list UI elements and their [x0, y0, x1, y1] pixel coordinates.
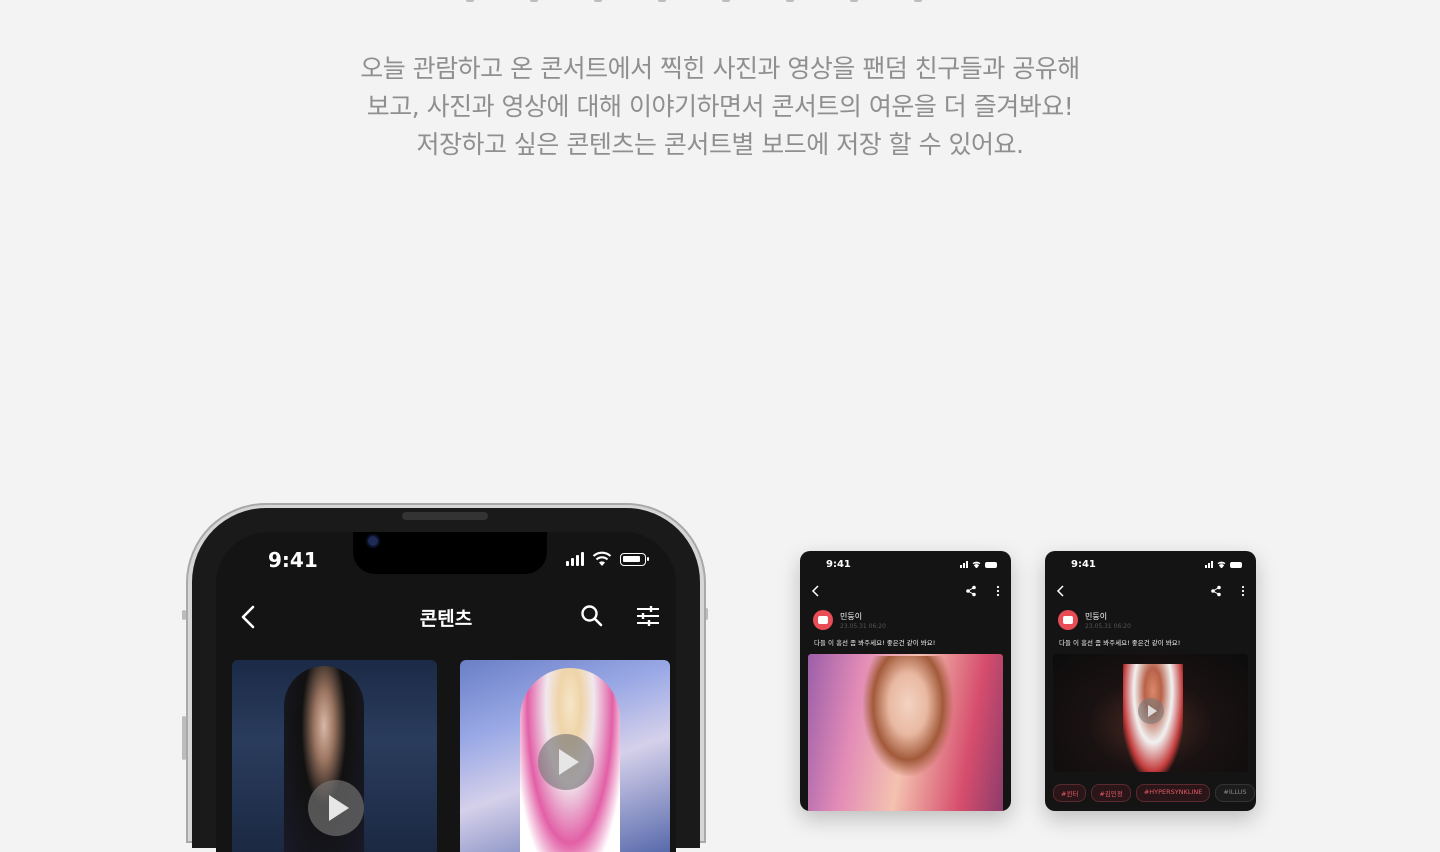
content-thumbnail[interactable] — [460, 660, 670, 852]
status-time: 9:41 — [268, 548, 318, 572]
page-title: 콘텐츠 — [419, 608, 473, 630]
status-time: 9:41 — [826, 559, 851, 570]
wifi-icon — [972, 561, 981, 568]
battery-icon — [985, 561, 997, 568]
tag-chip[interactable]: #ILLUS — [1215, 784, 1255, 802]
signal-icon — [1205, 561, 1213, 568]
description-line: 저장하고 싶은 콘텐츠는 콘서트별 보드에 저장 할 수 있어요. — [416, 130, 1024, 159]
back-icon[interactable] — [811, 585, 821, 597]
content-thumbnail[interactable] — [232, 660, 437, 852]
description-text: 오늘 관람하고 온 콘서트에서 찍힌 사진과 영상을 팬덤 친구들과 공유해 보… — [0, 50, 1440, 164]
post-video[interactable] — [1053, 654, 1248, 772]
status-bar-icons — [1205, 561, 1242, 568]
share-icon[interactable] — [1210, 585, 1222, 597]
post-date: 23.05.31 06:20 — [1085, 623, 1131, 630]
performer-image — [863, 656, 953, 776]
signal-icon — [566, 552, 584, 566]
author-name: 민둥이 — [1085, 612, 1108, 621]
description-line: 보고, 사진과 영상에 대해 이야기하면서 콘서트의 여운을 더 즐겨봐요! — [366, 92, 1074, 121]
tag-list: #윈터 #김민정 #HYPERSYNKLINE #ILLUS — [1053, 784, 1255, 802]
phone-speaker — [402, 512, 488, 520]
front-camera — [368, 536, 378, 546]
play-icon[interactable] — [308, 780, 364, 836]
description-line: 오늘 관람하고 온 콘서트에서 찍힌 사진과 영상을 팬덤 친구들과 공유해 — [360, 54, 1080, 83]
phone-notch — [353, 532, 547, 574]
battery-icon — [1230, 561, 1242, 568]
more-icon[interactable] — [1240, 585, 1246, 597]
filter-icon[interactable] — [634, 602, 662, 630]
post-detail-screen: 9:41 민둥이 23.05.31 06:20 다들 이 흥선 좀 봐주세요! … — [800, 551, 1011, 811]
post-text: 다들 이 흥선 좀 봐주세요! 좋은건 같이 봐요! — [814, 639, 936, 647]
main-phone-screen: 9:41 콘텐츠 — [216, 532, 676, 852]
more-icon[interactable] — [995, 585, 1001, 597]
wifi-icon — [592, 551, 612, 566]
search-icon[interactable] — [578, 602, 606, 630]
nav-bar: 콘텐츠 — [216, 598, 676, 638]
status-bar-icons — [566, 551, 649, 567]
post-date: 23.05.31 06:20 — [840, 623, 886, 630]
author-name: 민둥이 — [840, 612, 863, 621]
wifi-icon — [1217, 561, 1226, 568]
main-phone-mockup: 9:41 콘텐츠 — [186, 503, 706, 852]
battery-icon — [620, 552, 649, 566]
signal-icon — [960, 561, 968, 568]
status-time: 9:41 — [1071, 559, 1096, 570]
post-text: 다들 이 흥선 좀 봐주세요! 좋은건 같이 봐요! — [1059, 639, 1181, 647]
post-detail-screen: 9:41 민둥이 23.05.31 06:20 다들 이 흥선 좀 봐주세요! … — [1045, 551, 1256, 811]
play-icon[interactable] — [1138, 698, 1164, 724]
avatar[interactable] — [813, 610, 833, 630]
decorative-top-marks — [466, 0, 922, 2]
tag-chip[interactable]: #김민정 — [1091, 784, 1131, 802]
tag-chip[interactable]: #HYPERSYNKLINE — [1135, 784, 1211, 802]
avatar[interactable] — [1058, 610, 1078, 630]
status-bar-icons — [960, 561, 997, 568]
back-icon[interactable] — [1056, 585, 1066, 597]
tag-chip[interactable]: #윈터 — [1053, 784, 1087, 802]
share-icon[interactable] — [965, 585, 977, 597]
post-image[interactable] — [808, 654, 1003, 811]
play-icon[interactable] — [538, 734, 594, 790]
